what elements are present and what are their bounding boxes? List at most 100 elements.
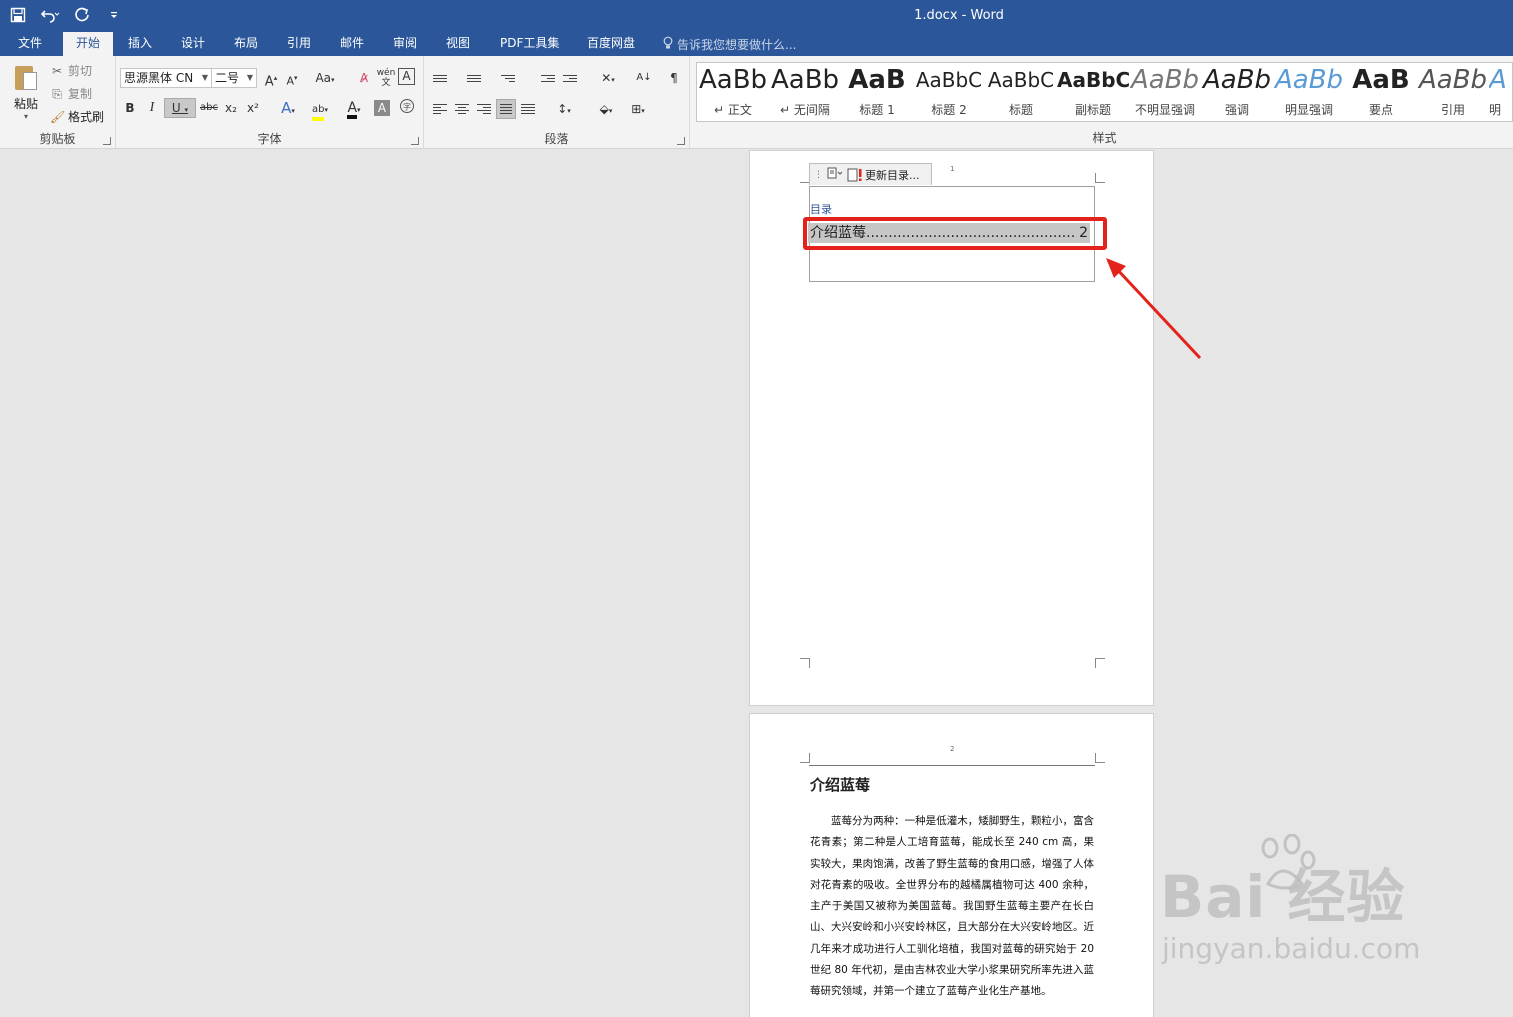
paragraph-dialog-launcher[interactable]	[677, 137, 685, 145]
align-right-icon[interactable]	[474, 99, 494, 119]
character-shading-icon[interactable]: A	[374, 100, 390, 116]
style-heading-1[interactable]: AaB 标题 1	[841, 63, 913, 121]
tab-layout[interactable]: 布局	[232, 32, 260, 56]
change-case-button[interactable]: Aa▾	[311, 68, 339, 88]
update-toc-label: 更新目录...	[865, 168, 920, 182]
page-number: 1	[950, 165, 955, 173]
copy-label: 复制	[68, 87, 93, 101]
header-rule	[809, 765, 1095, 766]
sort-icon[interactable]: A↓	[634, 68, 654, 88]
subscript-button[interactable]: x₂	[221, 98, 241, 118]
tab-file[interactable]: 文件	[12, 32, 48, 56]
copy-button[interactable]: ⎘ 复制	[50, 85, 92, 102]
tab-design[interactable]: 设计	[179, 32, 207, 56]
crop-mark	[800, 753, 810, 763]
page-number: 2	[950, 745, 955, 753]
chinese-layout-icon[interactable]: ✕▾	[594, 68, 622, 88]
style-subtitle[interactable]: AaBbC 副标题	[1057, 63, 1129, 121]
style-intense-emphasis[interactable]: AaBb 明显强调	[1273, 63, 1345, 121]
borders-icon[interactable]: ⊞▾	[624, 99, 652, 119]
font-size-value: 二号	[215, 71, 240, 85]
section-heading: 介绍蓝莓	[810, 776, 871, 794]
format-painter-button[interactable]: 🖌 格式刷	[50, 108, 104, 125]
update-toc-button[interactable]: 更新目录...	[847, 167, 920, 183]
shading-icon[interactable]: ⬙▾	[592, 99, 620, 119]
tab-mailings[interactable]: 邮件	[338, 32, 366, 56]
paragraph-group-label: 段落	[544, 132, 569, 146]
character-border-icon[interactable]: A	[398, 68, 415, 85]
paintbrush-icon: 🖌	[50, 109, 66, 124]
increase-indent-icon[interactable]	[560, 68, 580, 88]
format-painter-label: 格式刷	[68, 110, 105, 124]
multilevel-list-icon[interactable]	[498, 68, 518, 88]
cut-label: 剪切	[68, 64, 93, 78]
italic-button[interactable]: I	[142, 98, 162, 118]
tab-pdf-tools[interactable]: PDF工具集	[498, 32, 561, 56]
crop-mark	[1095, 173, 1105, 183]
style-title[interactable]: AaBbC 标题	[985, 63, 1057, 121]
style-quote[interactable]: AaBb 引用	[1417, 63, 1489, 121]
show-marks-icon[interactable]: ¶	[664, 68, 684, 88]
paste-button[interactable]: 粘贴 ▾	[8, 62, 44, 126]
clipboard-dialog-launcher[interactable]	[103, 137, 111, 145]
bold-button[interactable]: B	[120, 98, 140, 118]
font-dialog-launcher[interactable]	[411, 137, 419, 145]
strikethrough-button[interactable]: abc	[199, 98, 219, 118]
red-arrow-annotation	[1106, 258, 1202, 360]
update-toc-icon	[847, 168, 862, 181]
styles-gallery: AaBb ↵ 正文 AaBb ↵ 无间隔 AaB 标题 1 AaBbC 标题 2…	[696, 62, 1513, 122]
tab-baidu-pan[interactable]: 百度网盘	[585, 32, 637, 56]
font-color-icon[interactable]: A▾	[340, 98, 368, 119]
tab-review[interactable]: 审阅	[391, 32, 419, 56]
watermark-url: jingyan.baidu.com	[1162, 932, 1421, 965]
baidu-jingyan-watermark: Bai 经验 jingyan.baidu.com	[1160, 834, 1421, 965]
drag-handle-icon[interactable]: ⋮	[814, 170, 823, 180]
line-spacing-icon[interactable]: ↕▾	[550, 99, 578, 119]
font-size-select[interactable]: 二号 ▼	[211, 68, 257, 88]
decrease-indent-icon[interactable]	[538, 68, 558, 88]
shrink-font-button[interactable]: A▾	[282, 68, 302, 88]
clear-formatting-icon[interactable]: A̷	[354, 68, 374, 88]
numbering-icon[interactable]	[464, 68, 484, 88]
document-page-2: 2 介绍蓝莓 蓝莓分为两种：一种是低灌木，矮脚野生，颗粒小，富含花青素；第二种是…	[749, 713, 1154, 1017]
cut-button[interactable]: ✂ 剪切	[50, 62, 92, 79]
font-name-select[interactable]: 思源黑体 CN ▼	[120, 68, 212, 88]
title-bar: 1.docx - Word	[0, 0, 1513, 32]
text-effects-icon[interactable]: A▾	[274, 98, 302, 118]
toc-menu-icon[interactable]	[827, 167, 843, 182]
tab-insert[interactable]: 插入	[126, 32, 154, 56]
crop-mark	[800, 658, 810, 668]
tab-references[interactable]: 引用	[285, 32, 313, 56]
font-group-label: 字体	[257, 132, 282, 146]
style-no-spacing[interactable]: AaBb ↵ 无间隔	[769, 63, 841, 121]
highlight-color-icon[interactable]: ab▾	[306, 98, 334, 121]
align-center-icon[interactable]	[452, 99, 472, 119]
ribbon-home: 粘贴 ▾ ✂ 剪切 ⎘ 复制 🖌 格式刷 剪贴板 思源黑体 CN ▼ 二号 ▼ A▴…	[0, 56, 1513, 149]
grow-font-button[interactable]: A▴	[261, 68, 281, 89]
align-left-icon[interactable]	[430, 99, 450, 119]
styles-group-label: 样式	[1092, 131, 1117, 145]
tab-home[interactable]: 开始	[63, 32, 113, 56]
style-strong[interactable]: AaB 要点	[1345, 63, 1417, 121]
style-emphasis[interactable]: AaBb 强调	[1201, 63, 1273, 121]
superscript-button[interactable]: x²	[243, 98, 263, 118]
body-paragraph: 蓝莓分为两种：一种是低灌木，矮脚野生，颗粒小，富含花青素；第二种是人工培育蓝莓，…	[810, 815, 1094, 998]
phonetic-guide-icon[interactable]: wén 文	[376, 68, 396, 88]
style-intense-quote[interactable]: A 明	[1489, 63, 1512, 121]
bullets-icon[interactable]	[430, 68, 450, 88]
distributed-icon[interactable]	[518, 99, 538, 119]
underline-button[interactable]: U ▾	[164, 98, 196, 118]
crop-mark	[1095, 753, 1105, 763]
tell-me-box[interactable]: 告诉我您想要做什么...	[663, 36, 796, 53]
enclose-characters-icon[interactable]: 字	[397, 98, 417, 118]
toc-heading: 目录	[810, 203, 832, 216]
style-subtle-emphasis[interactable]: AaBb 不明显强调	[1129, 63, 1201, 121]
tab-view[interactable]: 视图	[444, 32, 472, 56]
justify-icon[interactable]	[496, 99, 516, 119]
font-group: 思源黑体 CN ▼ 二号 ▼ A▴ A▾ Aa▾ A̷ wén 文 A B I U ▾…	[116, 56, 424, 149]
style-normal[interactable]: AaBb ↵ 正文	[697, 63, 769, 121]
style-heading-2[interactable]: AaBbC 标题 2	[913, 63, 985, 121]
paw-logo	[1261, 834, 1316, 890]
paragraph-group: ✕▾ A↓ ¶ ↕▾ ⬙▾ ⊞▾ 段落	[424, 56, 690, 149]
paste-icon	[13, 62, 39, 92]
